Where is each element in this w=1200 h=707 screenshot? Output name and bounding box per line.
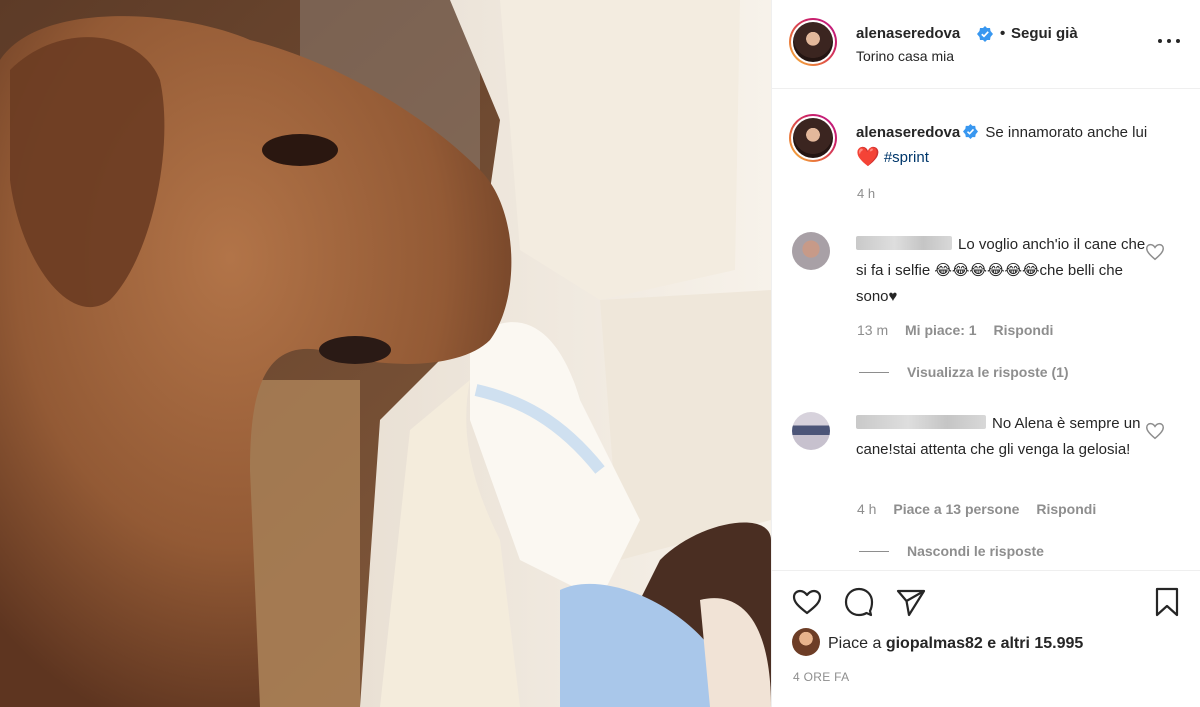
post-caption: alenaseredova Se innamorato anche lui ❤️… [856, 121, 1156, 170]
caption-avatar-ring[interactable] [789, 114, 837, 162]
comment-timestamp[interactable]: 4 h [857, 501, 876, 517]
verified-badge-icon [977, 26, 993, 42]
comment-meta: 4 h Piace a 13 persone Rispondi [857, 501, 1109, 517]
verified-badge-icon [963, 124, 979, 139]
post-actions: Piace a giopalmas82 e altri 15.995 4 ORE… [772, 570, 1200, 707]
liker-avatar [792, 628, 820, 656]
comment-meta: 13 m Mi piace: 1 Rispondi [857, 322, 1066, 338]
profile-avatar-ring[interactable] [789, 18, 837, 66]
blurred-username[interactable] [856, 415, 986, 429]
post-side-panel: alenaseredova • Segui già Torino casa mi… [771, 0, 1200, 707]
bookmark-icon[interactable] [1150, 585, 1184, 619]
comment-likes[interactable]: Piace a 13 persone [893, 501, 1019, 517]
avatar [793, 118, 833, 158]
likes-prefix: Piace a [828, 635, 882, 652]
follow-button[interactable]: Segui già [1011, 25, 1078, 42]
avatar [793, 22, 833, 62]
reply-button[interactable]: Rispondi [994, 322, 1054, 338]
comment-like-heart-icon[interactable] [1144, 420, 1166, 442]
separator-dot: • [1000, 25, 1006, 42]
reply-button[interactable]: Rispondi [1036, 501, 1096, 517]
comment-timestamp[interactable]: 13 m [857, 322, 888, 338]
caption-username[interactable]: alenaseredova [856, 124, 960, 141]
comment-like-heart-icon[interactable] [1144, 241, 1166, 263]
post-photo-illustration [0, 0, 771, 707]
more-options-icon[interactable] [1158, 35, 1182, 47]
liker-username[interactable]: giopalmas82 [886, 635, 983, 652]
commenter-avatar[interactable] [792, 412, 830, 450]
post-photo[interactable] [0, 0, 771, 707]
post-header: alenaseredova • Segui già Torino casa mi… [772, 0, 1200, 89]
hide-replies-button[interactable]: Nascondi le risposte [859, 543, 1044, 559]
commenter-avatar[interactable] [792, 232, 830, 270]
likes-connector: e [987, 635, 997, 652]
post-date[interactable]: 4 ORE FA [793, 670, 849, 684]
caption-timestamp[interactable]: 4 h [857, 186, 875, 201]
caption-text: Se innamorato anche lui [985, 124, 1148, 141]
send-icon[interactable] [894, 585, 928, 619]
profile-username[interactable]: alenaseredova [856, 25, 960, 42]
blurred-username[interactable] [856, 236, 952, 250]
comment-likes[interactable]: Mi piace: 1 [905, 322, 977, 338]
comment-item: No Alena è sempre un cane!stai attenta c… [856, 411, 1146, 463]
red-heart-emoji: ❤️ [856, 146, 880, 168]
likes-summary[interactable]: Piace a giopalmas82 e altri 15.995 [792, 628, 1083, 656]
heart-icon[interactable] [790, 585, 824, 619]
comment-icon[interactable] [842, 585, 876, 619]
post-location[interactable]: Torino casa mia [856, 48, 954, 64]
comment-item: Lo voglio anch'io il cane che si fa i se… [856, 232, 1146, 310]
view-replies-button[interactable]: Visualizza le risposte (1) [859, 364, 1069, 380]
caption-hashtag[interactable]: #sprint [884, 149, 929, 166]
likes-count[interactable]: altri 15.995 [1001, 635, 1084, 652]
